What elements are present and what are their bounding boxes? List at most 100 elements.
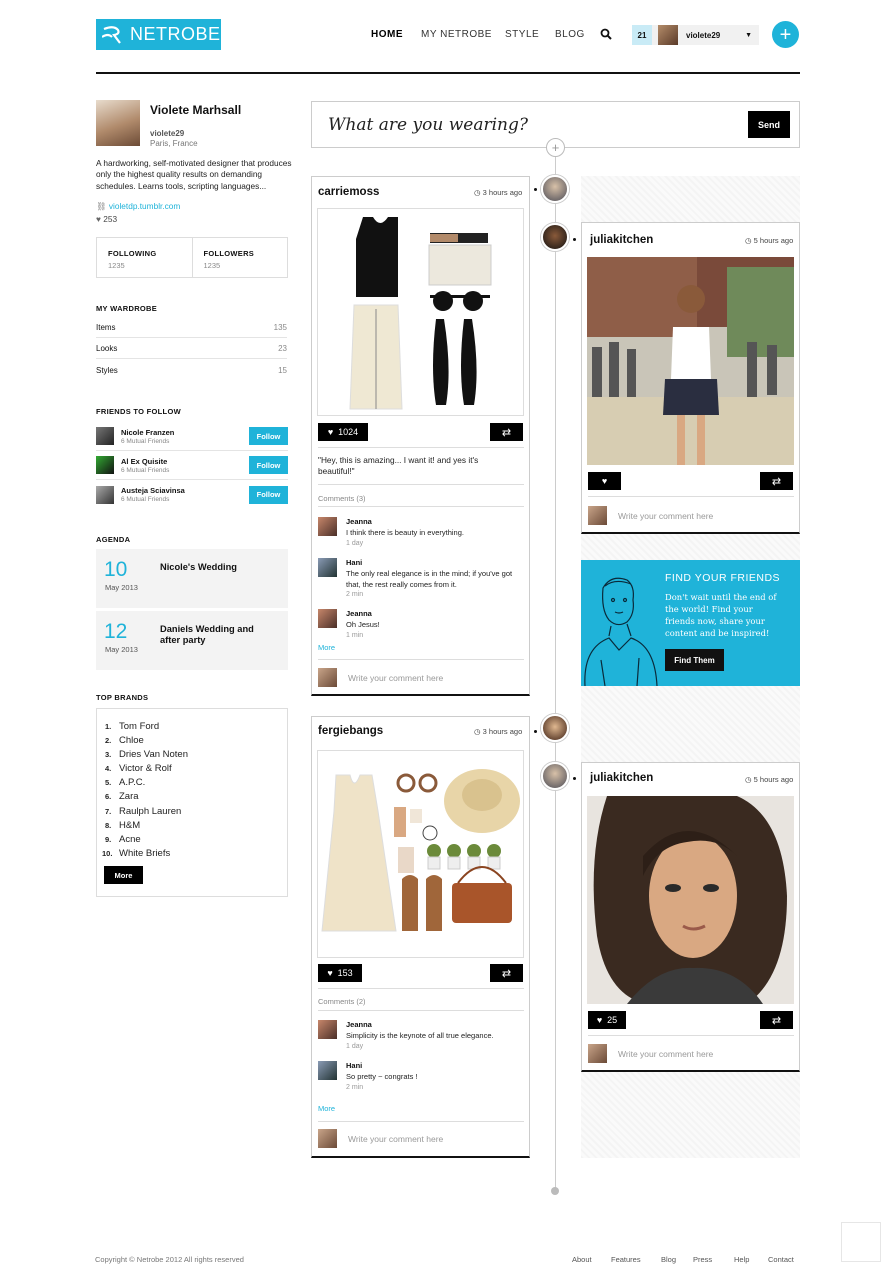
agenda-item[interactable]: 10 May 2013 Nicole's Wedding — [96, 549, 288, 608]
timeline-avatar[interactable] — [541, 175, 569, 203]
brand-item[interactable]: 2. Chloe — [105, 734, 188, 748]
friend-name[interactable]: Nicole Franzen — [121, 428, 249, 437]
brands-more-button[interactable]: More — [104, 866, 143, 884]
follow-button[interactable]: Follow — [249, 427, 288, 445]
footer-link-features[interactable]: Features — [611, 1255, 641, 1264]
wardrobe-row-looks[interactable]: Looks 23 — [96, 339, 287, 359]
username: violete29 — [686, 30, 721, 40]
post-time-text: 3 hours ago — [482, 727, 523, 736]
outfit-image[interactable] — [587, 257, 794, 465]
more-comments-link[interactable]: More — [318, 643, 335, 652]
wardrobe-row-items[interactable]: Items 135 — [96, 318, 287, 338]
comment-placeholder[interactable]: Write your comment here — [348, 673, 443, 683]
more-comments-link[interactable]: More — [318, 1104, 335, 1113]
add-post-button[interactable]: + — [772, 21, 799, 48]
follow-stats: FOLLOWING 1235 FOLLOWERS 1235 — [96, 237, 288, 278]
repost-button[interactable]: ⇄ — [490, 423, 523, 441]
repost-button[interactable]: ⇄ — [760, 472, 793, 490]
post-username[interactable]: fergiebangs — [318, 725, 383, 737]
brand-item[interactable]: 6. Zara — [105, 790, 188, 804]
comment-placeholder[interactable]: Write your comment here — [618, 511, 713, 521]
timeline-avatar[interactable] — [541, 223, 569, 251]
post-username[interactable]: juliakitchen — [590, 234, 653, 246]
comment-input[interactable]: Write your comment here — [318, 1129, 443, 1148]
followers-stat[interactable]: FOLLOWERS 1235 — [191, 238, 288, 277]
like-button[interactable]: ♥ — [588, 472, 621, 490]
outfit-image[interactable] — [317, 750, 524, 958]
follow-button[interactable]: Follow — [249, 485, 288, 504]
notification-count[interactable]: 21 — [632, 25, 652, 45]
footer-link-contact[interactable]: Contact — [768, 1255, 794, 1264]
user-menu[interactable]: 21 violete29 ▼ — [632, 25, 759, 45]
nav-blog[interactable]: BLOG — [555, 29, 585, 40]
like-button[interactable]: ♥ 25 — [588, 1011, 626, 1029]
nav-style[interactable]: STYLE — [505, 29, 539, 40]
outfit-image[interactable] — [587, 796, 794, 1004]
wardrobe-row-styles[interactable]: Styles 15 — [96, 360, 287, 380]
brand-item[interactable]: 4. Victor & Rolf — [105, 762, 188, 776]
brand-item[interactable]: 1. Tom Ford — [105, 720, 188, 734]
friend-name[interactable]: Al Ex Quisite — [121, 457, 249, 466]
comment-placeholder[interactable]: Write your comment here — [618, 1049, 713, 1059]
follow-button[interactable]: Follow — [249, 456, 288, 474]
profile-link-text[interactable]: violetdp.tumblr.com — [109, 201, 180, 211]
comment-author[interactable]: Hani — [346, 558, 518, 567]
comment-placeholder[interactable]: Write your comment here — [348, 1134, 443, 1144]
comment-author[interactable]: Jeanna — [346, 609, 380, 618]
comment-input[interactable]: Write your comment here — [318, 668, 443, 687]
footer-link-blog[interactable]: Blog — [661, 1255, 676, 1264]
footer-link-about[interactable]: About — [572, 1255, 592, 1264]
brand-item[interactable]: 8. H&M — [105, 819, 188, 833]
comment-text: Simplicity is the keynote of all true el… — [346, 1031, 494, 1040]
comment-author[interactable]: Hani — [346, 1061, 418, 1070]
timeline-avatar[interactable] — [541, 762, 569, 790]
repost-icon: ⇄ — [501, 426, 512, 439]
scroll-widget[interactable] — [841, 1222, 881, 1262]
avatar — [318, 668, 337, 687]
send-button[interactable]: Send — [748, 111, 790, 138]
outfit-image[interactable] — [317, 208, 524, 416]
timeline-dot — [573, 777, 576, 780]
composer-input[interactable]: What are you wearing? — [328, 115, 528, 135]
avatar — [318, 558, 337, 577]
repost-button[interactable]: ⇄ — [760, 1011, 793, 1029]
agenda-title: AGENDA — [96, 535, 131, 544]
post-username[interactable]: carriemoss — [318, 186, 379, 198]
nav-my-netrobe[interactable]: MY NETROBE — [421, 29, 492, 40]
post-username[interactable]: juliakitchen — [590, 772, 653, 784]
nav-home[interactable]: HOME — [371, 29, 403, 40]
brand-item[interactable]: 3. Dries Van Noten — [105, 748, 188, 762]
chevron-down-icon[interactable]: ▼ — [745, 32, 752, 39]
brand-item[interactable]: 7. Raulph Lauren — [105, 805, 188, 819]
like-button[interactable]: ♥ 153 — [318, 964, 362, 982]
timeline-plus-icon[interactable]: + — [546, 138, 565, 157]
logo[interactable]: NETROBE — [96, 19, 221, 50]
agenda-item[interactable]: 12 May 2013 Daniels Wedding and after part… — [96, 611, 288, 670]
comments-count[interactable]: Comments (3) — [318, 494, 366, 503]
following-stat[interactable]: FOLLOWING 1235 — [97, 238, 192, 277]
man-illustration-icon — [584, 577, 658, 686]
comment-author[interactable]: Jeanna — [346, 1020, 494, 1029]
profile-link[interactable]: ⛓ violetdp.tumblr.com — [96, 201, 180, 212]
brand-item[interactable]: 10. White Briefs — [102, 847, 188, 861]
footer-link-press[interactable]: Press — [693, 1255, 712, 1264]
like-button[interactable]: ♥ 1024 — [318, 423, 368, 441]
comment-input[interactable]: Write your comment here — [588, 1044, 713, 1063]
timeline-avatar[interactable] — [541, 714, 569, 742]
friend-name[interactable]: Austeja Sciavinsa — [121, 486, 249, 495]
brand-name: Victor & Rolf — [119, 763, 172, 775]
divider — [318, 659, 524, 660]
banner-text: Don't wait until the end of the world! F… — [665, 592, 777, 638]
comment-author[interactable]: Jeanna — [346, 517, 464, 526]
footer-link-help[interactable]: Help — [734, 1255, 749, 1264]
repost-button[interactable]: ⇄ — [490, 964, 523, 982]
comments-count[interactable]: Comments (2) — [318, 997, 366, 1006]
brand-item[interactable]: 5. A.P.C. — [105, 776, 188, 790]
post-caption: "Hey, this is amazing... I want it! and … — [318, 455, 479, 476]
brand-item[interactable]: 9. Acne — [105, 833, 188, 847]
search-icon[interactable] — [600, 28, 612, 40]
comment-input[interactable]: Write your comment here — [588, 506, 713, 525]
find-them-button[interactable]: Find Them — [665, 649, 724, 671]
timeline-dot — [573, 238, 576, 241]
divider — [318, 1121, 524, 1122]
